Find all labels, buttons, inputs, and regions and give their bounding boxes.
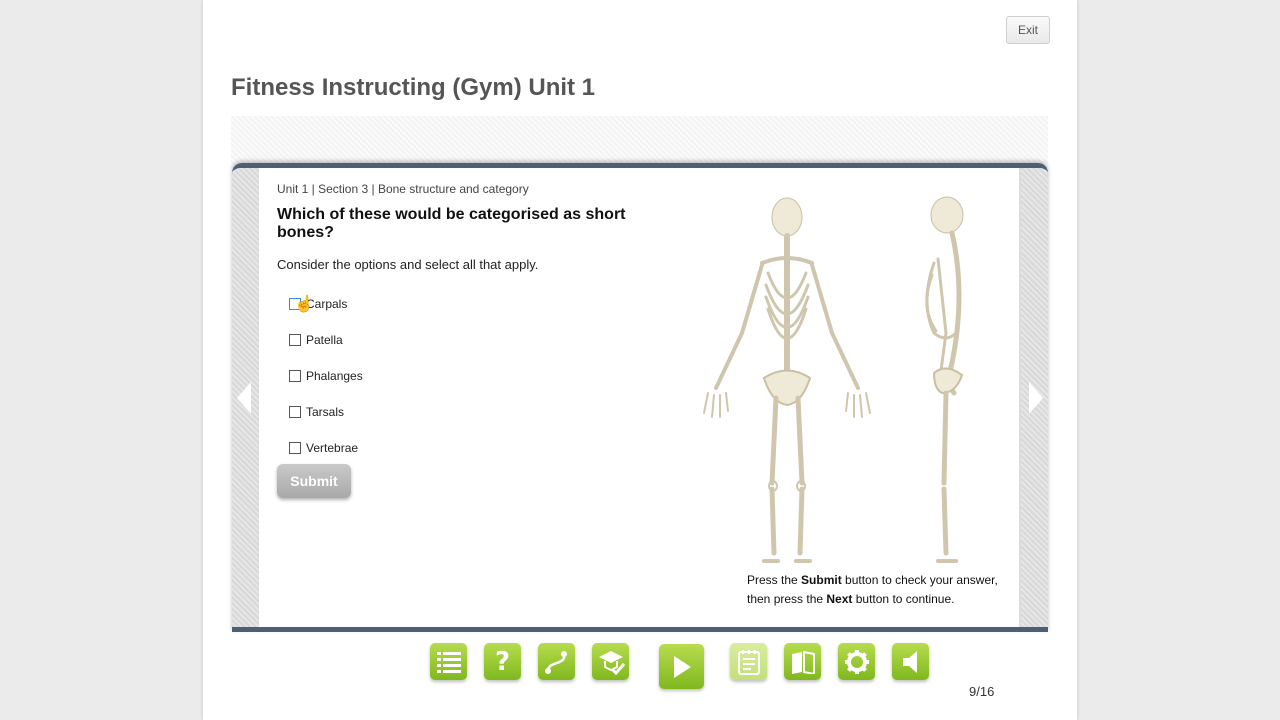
prev-arrow-icon[interactable]	[237, 382, 251, 414]
hint-next-word: Next	[826, 592, 853, 606]
question-text: Which of these would be categorised as s…	[277, 206, 626, 241]
option-patella[interactable]: Patella	[289, 331, 343, 349]
option-label: Patella	[306, 333, 343, 347]
checkbox[interactable]	[289, 442, 301, 454]
page: Exit Fitness Instructing (Gym) Unit 1 Un…	[203, 0, 1077, 720]
submit-button[interactable]: Submit	[277, 464, 351, 498]
slide-stage: Unit 1 | Section 3 | Bone structure and …	[232, 163, 1048, 632]
audio-icon[interactable]	[892, 643, 929, 680]
menu-list-icon[interactable]	[430, 643, 467, 680]
option-tarsals[interactable]: Tarsals	[289, 403, 344, 421]
exit-button[interactable]: Exit	[1006, 16, 1050, 44]
slide-content: Unit 1 | Section 3 | Bone structure and …	[259, 168, 1019, 627]
hint-part: button to continue.	[852, 592, 955, 606]
option-vertebrae[interactable]: Vertebrae	[289, 439, 358, 457]
next-strip	[1021, 168, 1048, 627]
hint-part: Press the	[747, 573, 802, 587]
help-icon[interactable]: ?	[484, 643, 521, 680]
hint-submit-word: Submit	[801, 573, 842, 587]
option-phalanges[interactable]: Phalanges	[289, 367, 363, 385]
checkbox[interactable]	[289, 334, 301, 346]
breadcrumb: Unit 1 | Section 3 | Bone structure and …	[277, 182, 529, 196]
next-arrow-icon[interactable]	[1029, 382, 1043, 414]
graduation-check-icon[interactable]	[592, 643, 629, 680]
skeleton-illustration	[703, 196, 964, 563]
checkbox[interactable]	[289, 370, 301, 382]
page-counter: 9/16	[969, 684, 995, 699]
option-label: Vertebrae	[306, 441, 359, 455]
gear-icon[interactable]	[838, 643, 875, 680]
hint-text: Press the Submit button to check your an…	[747, 571, 1017, 609]
option-label: Phalanges	[306, 369, 363, 383]
option-label: Tarsals	[306, 405, 345, 419]
play-icon[interactable]	[659, 644, 704, 689]
notes-icon[interactable]	[730, 643, 767, 680]
book-icon[interactable]	[784, 643, 821, 680]
path-icon[interactable]	[538, 643, 575, 680]
prev-strip	[232, 168, 259, 627]
instruction-text: Consider the options and select all that…	[277, 257, 539, 272]
header-pattern	[231, 116, 1048, 168]
hand-cursor-icon: ☝	[294, 296, 314, 313]
course-title: Fitness Instructing (Gym) Unit 1	[231, 74, 596, 101]
checkbox[interactable]	[289, 406, 301, 418]
